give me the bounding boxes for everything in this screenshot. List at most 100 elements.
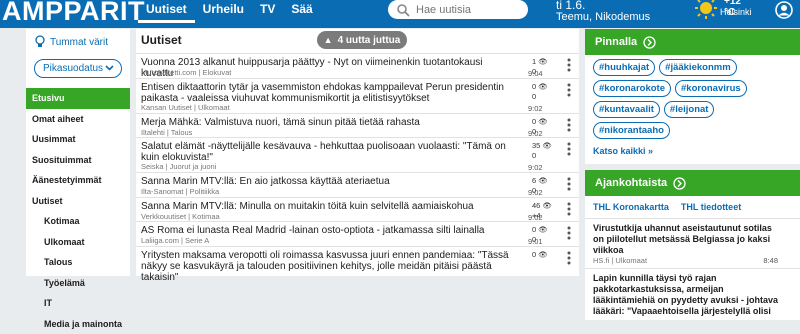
trending-tag[interactable]: #leijonat [664, 101, 715, 118]
current-news-title[interactable]: Virustutkija uhannut aseistautunut sotil… [593, 219, 785, 256]
article-title[interactable]: AS Roma ei lunasta Real Madrid -lainan o… [141, 225, 511, 236]
article-source[interactable]: Seiska | Juorut ja juoni [141, 162, 216, 171]
trending-tag[interactable]: #nikorantaaho [593, 122, 670, 139]
chevron-down-icon [105, 63, 114, 72]
news-feed: Uutiset ▲ 4 uutta juttua Vuonna 2013 alk… [136, 29, 579, 276]
site-logo[interactable]: AMPPARIT [2, 0, 145, 27]
article-counts: 0 👁 [532, 250, 556, 260]
sidebar-item[interactable]: Suosituimmat [26, 150, 130, 171]
search-input[interactable] [416, 4, 526, 16]
article-row[interactable]: Sanna Marin MTV:llä: Minulla on muitakin… [136, 197, 579, 222]
article-row[interactable]: Merja Mähkä: Valmistuva nuori, tämä sinu… [136, 113, 579, 138]
article-title[interactable]: Salatut elämät -näyttelijälle kesävauva … [141, 141, 511, 163]
quick-filter-dropdown[interactable]: Pikasuodatus [34, 59, 122, 78]
weather-widget[interactable]: +12 °C Helsinki [694, 0, 754, 26]
sidebar-item[interactable]: Ulkomaat [26, 232, 130, 253]
current-news-title[interactable]: Lapin kunnilla täysi työ rajan pakkotark… [593, 269, 785, 317]
thl-bulletins-link[interactable]: THL tiedotteet [681, 202, 741, 212]
article-counts: 1 👁0 [532, 57, 556, 77]
more-options-icon[interactable] [567, 177, 571, 191]
more-options-icon[interactable] [567, 118, 571, 132]
article-row[interactable]: Sanna Marin MTV:llä: En aio jatkossa käy… [136, 172, 579, 197]
article-source[interactable]: Kansan Uutiset | Ulkomaat [141, 103, 230, 112]
vote-count: 0 [532, 151, 556, 161]
new-items-label: 4 uutta juttua [338, 35, 401, 46]
dark-mode-toggle[interactable]: Tummat värit [34, 35, 108, 49]
search-icon [396, 3, 410, 17]
new-items-button[interactable]: ▲ 4 uutta juttua [317, 31, 407, 49]
more-options-icon[interactable] [567, 142, 571, 156]
more-options-icon[interactable] [567, 58, 571, 72]
sun-icon [694, 0, 718, 20]
user-icon[interactable] [774, 0, 794, 20]
nav-uutiset[interactable]: Uutiset [138, 1, 195, 23]
current-news-item[interactable]: Virustutkija uhannut aseistautunut sotil… [585, 218, 800, 268]
vote-count: 0 [532, 127, 556, 137]
trending-tag[interactable]: #jääkiekonmm [659, 59, 736, 76]
vote-count: 0 [532, 67, 556, 77]
article-title[interactable]: Sanna Marin MTV:llä: En aio jatkossa käy… [141, 176, 511, 187]
article-counts: 0 👁0 [532, 225, 556, 245]
sidebar-item[interactable]: Äänestetyimmät [26, 170, 130, 191]
article-time: 9:02 [528, 104, 543, 113]
thl-map-link[interactable]: THL Koronakartta [593, 202, 669, 212]
comment-count: 0 [532, 82, 536, 91]
sidebar-item[interactable]: IT [26, 293, 130, 314]
search-box[interactable] [388, 0, 528, 19]
current-date: ti 1.6. [556, 0, 650, 11]
article-row[interactable]: Salatut elämät -näyttelijälle kesävauva … [136, 137, 579, 172]
name-days: Teemu, Nikodemus [556, 11, 650, 23]
sidebar-item[interactable]: Media ja mainonta [26, 314, 130, 334]
trending-box: Pinnalla #huuhkajat#jääkiekonmm#koronaro… [585, 29, 800, 164]
sidebar-item[interactable]: Talous [26, 252, 130, 273]
current-box: Ajankohtaista THL Koronakartta THL tiedo… [585, 170, 800, 320]
article-row[interactable]: Entisen diktaattorin tytär ja vasemmisto… [136, 78, 579, 113]
trending-tag[interactable]: #koronavirus [675, 80, 747, 97]
trending-tag[interactable]: #koronarokote [593, 80, 671, 97]
article-title[interactable]: Yritysten maksama veropotti oli roimassa… [141, 250, 511, 283]
vote-count: 0 [532, 92, 556, 102]
sidebar-item[interactable]: Omat aiheet [26, 109, 130, 130]
more-options-icon[interactable] [567, 83, 571, 97]
current-news-list: Virustutkija uhannut aseistautunut sotil… [585, 218, 800, 320]
article-title[interactable]: Sanna Marin MTV:llä: Minulla on muitakin… [141, 201, 511, 212]
views-icon: 👁 [538, 176, 548, 185]
article-source[interactable]: Verkkouutiset | Kotimaa [141, 212, 220, 221]
nav-urheilu[interactable]: Urheilu [195, 1, 252, 28]
article-row[interactable]: AS Roma ei lunasta Real Madrid -lainan o… [136, 221, 579, 246]
sidebar-item[interactable]: Uusimmat [26, 129, 130, 150]
trending-tag[interactable]: #kuntavaalit [593, 101, 660, 118]
article-time: 9:02 [528, 163, 543, 172]
nav-tv[interactable]: TV [252, 1, 283, 28]
article-source[interactable]: Laliiga.com | Serie A [141, 236, 209, 245]
article-counts: 35 👁0 [532, 141, 556, 161]
article-source[interactable]: Ilta-Sanomat | Politiikka [141, 187, 219, 196]
arrow-up-icon: ▲ [324, 35, 333, 45]
sidebar-item[interactable]: Kotimaa [26, 211, 130, 232]
nav-saa[interactable]: Sää [283, 1, 320, 28]
comment-count: 0 [532, 250, 536, 259]
see-all-link[interactable]: Katso kaikki » [585, 143, 800, 164]
views-icon: 👁 [538, 117, 548, 126]
trending-tag[interactable]: #huuhkajat [593, 59, 655, 76]
article-title[interactable]: Entisen diktaattorin tytär ja vasemmisto… [141, 82, 511, 104]
more-options-icon[interactable] [567, 251, 571, 265]
sidebar-item[interactable]: Uutiset [26, 191, 130, 212]
article-row[interactable]: Vuonna 2013 alkanut huippusarja päättyy … [136, 53, 579, 78]
article-source[interactable]: Iltalehti | Talous [141, 128, 192, 137]
current-news-source[interactable] [593, 317, 792, 320]
right-column: Pinnalla #huuhkajat#jääkiekonmm#koronaro… [585, 29, 800, 320]
vote-count: 0 [532, 186, 556, 196]
more-options-icon[interactable] [567, 202, 571, 216]
article-counts: 6 👁0 [532, 176, 556, 196]
chevron-right-icon[interactable] [673, 177, 686, 190]
article-source[interactable]: Muropaketti.com | Elokuvat [141, 68, 231, 77]
more-options-icon[interactable] [567, 226, 571, 240]
current-news-source[interactable]: HS.fi | Ulkomaat [593, 256, 792, 268]
sidebar-item[interactable]: Etusivu [26, 88, 130, 109]
views-icon: 👁 [538, 225, 548, 234]
chevron-right-icon[interactable] [643, 36, 656, 49]
views-icon: 👁 [542, 141, 552, 150]
article-title[interactable]: Merja Mähkä: Valmistuva nuori, tämä sinu… [141, 117, 511, 128]
article-counts: 0 👁0 [532, 82, 556, 102]
